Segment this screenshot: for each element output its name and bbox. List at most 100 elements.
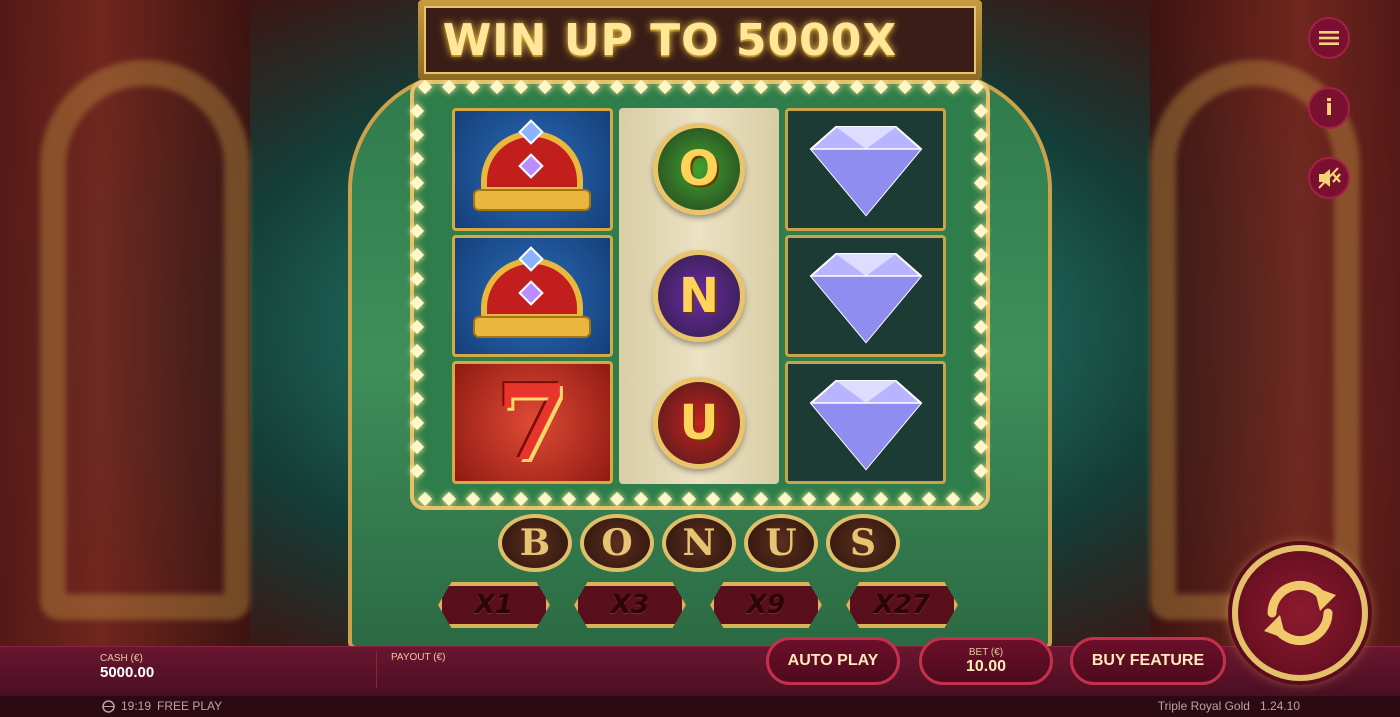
light-bulb [973, 391, 989, 407]
symbol-diamond [785, 234, 947, 358]
light-bulb [409, 271, 425, 287]
bonus-letter: N [662, 514, 736, 572]
light-bulb [777, 491, 793, 507]
clock-time: 19:19 [121, 699, 152, 713]
letter-coin-u: U [653, 376, 745, 469]
reels: 7 O N U [452, 108, 947, 485]
light-bulb [973, 463, 989, 479]
background-arch-left [40, 60, 250, 620]
light-bulb [633, 79, 649, 95]
buy-feature-button[interactable]: BUY FEATURE [1070, 637, 1226, 685]
light-bulb [409, 463, 425, 479]
letter-coin-o: O [653, 123, 745, 216]
light-bulb [409, 223, 425, 239]
light-bulb [945, 491, 961, 507]
light-bulb [409, 127, 425, 143]
info-button[interactable]: i [1308, 87, 1350, 129]
light-bulb [921, 491, 937, 507]
symbol-diamond [785, 361, 947, 485]
footer-status: 19:19 FREE PLAY [102, 699, 222, 713]
bonus-letter: S [826, 514, 900, 572]
light-bulb [973, 103, 989, 119]
payout-display: PAYOUT (€) [376, 652, 445, 688]
light-bulb [409, 175, 425, 191]
light-bulb [825, 79, 841, 95]
bet-value: 10.00 [965, 657, 1007, 675]
marquee-sign: WIN UP TO 5000X [418, 0, 982, 80]
light-bulb [409, 439, 425, 455]
auto-play-button[interactable]: AUTO PLAY [766, 637, 900, 685]
reel-left: 7 [452, 108, 613, 485]
sound-toggle-button[interactable] [1308, 157, 1350, 199]
light-bulb [409, 103, 425, 119]
bonus-letter: U [744, 514, 818, 572]
light-bulb [973, 271, 989, 287]
marquee-text: WIN UP TO 5000X [442, 14, 898, 66]
light-bulb [705, 491, 721, 507]
light-bulb [945, 79, 961, 95]
multiplier-badge: X27 [846, 582, 958, 628]
bonus-letter: O [580, 514, 654, 572]
diamond-icon [791, 373, 941, 473]
cash-value: 5000.00 [100, 664, 155, 681]
light-bulb [973, 295, 989, 311]
symbol-crown [452, 108, 613, 231]
light-bulb [585, 79, 601, 95]
bet-selector[interactable]: BET (€) 10.00 [919, 637, 1053, 685]
light-bulb [409, 151, 425, 167]
light-bulb [801, 491, 817, 507]
background-arch-right [1150, 60, 1360, 620]
light-bulb [825, 491, 841, 507]
light-bulb [973, 127, 989, 143]
slot-machine: WIN UP TO 5000X 7 O N U B O N U S X1 X3 … [340, 0, 1060, 650]
spin-button[interactable] [1232, 545, 1368, 681]
diamond-icon [791, 119, 941, 219]
info-icon: i [1325, 95, 1333, 121]
sound-muted-icon [1318, 167, 1341, 189]
light-bulb [729, 79, 745, 95]
light-bulb [973, 319, 989, 335]
light-bulb [465, 491, 481, 507]
spin-icon [1264, 580, 1336, 646]
symbol-crown [452, 234, 613, 358]
light-bulb [849, 491, 865, 507]
bonus-letter: B [498, 514, 572, 572]
light-bulb [489, 491, 505, 507]
light-bulb [681, 79, 697, 95]
light-bulb [409, 415, 425, 431]
light-bulb [417, 491, 433, 507]
light-bulb [681, 491, 697, 507]
light-bulb [409, 199, 425, 215]
light-bulb [465, 79, 481, 95]
light-bulb [441, 491, 457, 507]
light-bulb [849, 79, 865, 95]
light-bulb [537, 491, 553, 507]
globe-icon [102, 699, 115, 713]
menu-button[interactable] [1308, 17, 1350, 59]
light-bulb [513, 491, 529, 507]
light-bulb [897, 79, 913, 95]
play-mode: FREE PLAY [157, 699, 223, 713]
reel-middle: O N U [618, 108, 780, 484]
multiplier-badge: X1 [438, 582, 550, 628]
light-bulb [489, 79, 505, 95]
light-bulb [633, 491, 649, 507]
payout-label: PAYOUT (€) [391, 652, 446, 663]
light-bulb [873, 79, 889, 95]
light-bulb [409, 343, 425, 359]
cash-label: CASH (€) [100, 653, 143, 664]
light-bulb [969, 491, 985, 507]
light-bulb [409, 319, 425, 335]
light-bulb [973, 367, 989, 383]
light-bulb [973, 247, 989, 263]
light-bulb [973, 175, 989, 191]
bonus-letters: B O N U S [498, 514, 900, 572]
light-bulb [973, 151, 989, 167]
light-bulb [801, 79, 817, 95]
light-bulb [973, 439, 989, 455]
light-bulb [441, 79, 457, 95]
light-bulb [973, 415, 989, 431]
light-bulb [897, 491, 913, 507]
light-bulb [561, 79, 577, 95]
light-bulb [417, 79, 433, 95]
